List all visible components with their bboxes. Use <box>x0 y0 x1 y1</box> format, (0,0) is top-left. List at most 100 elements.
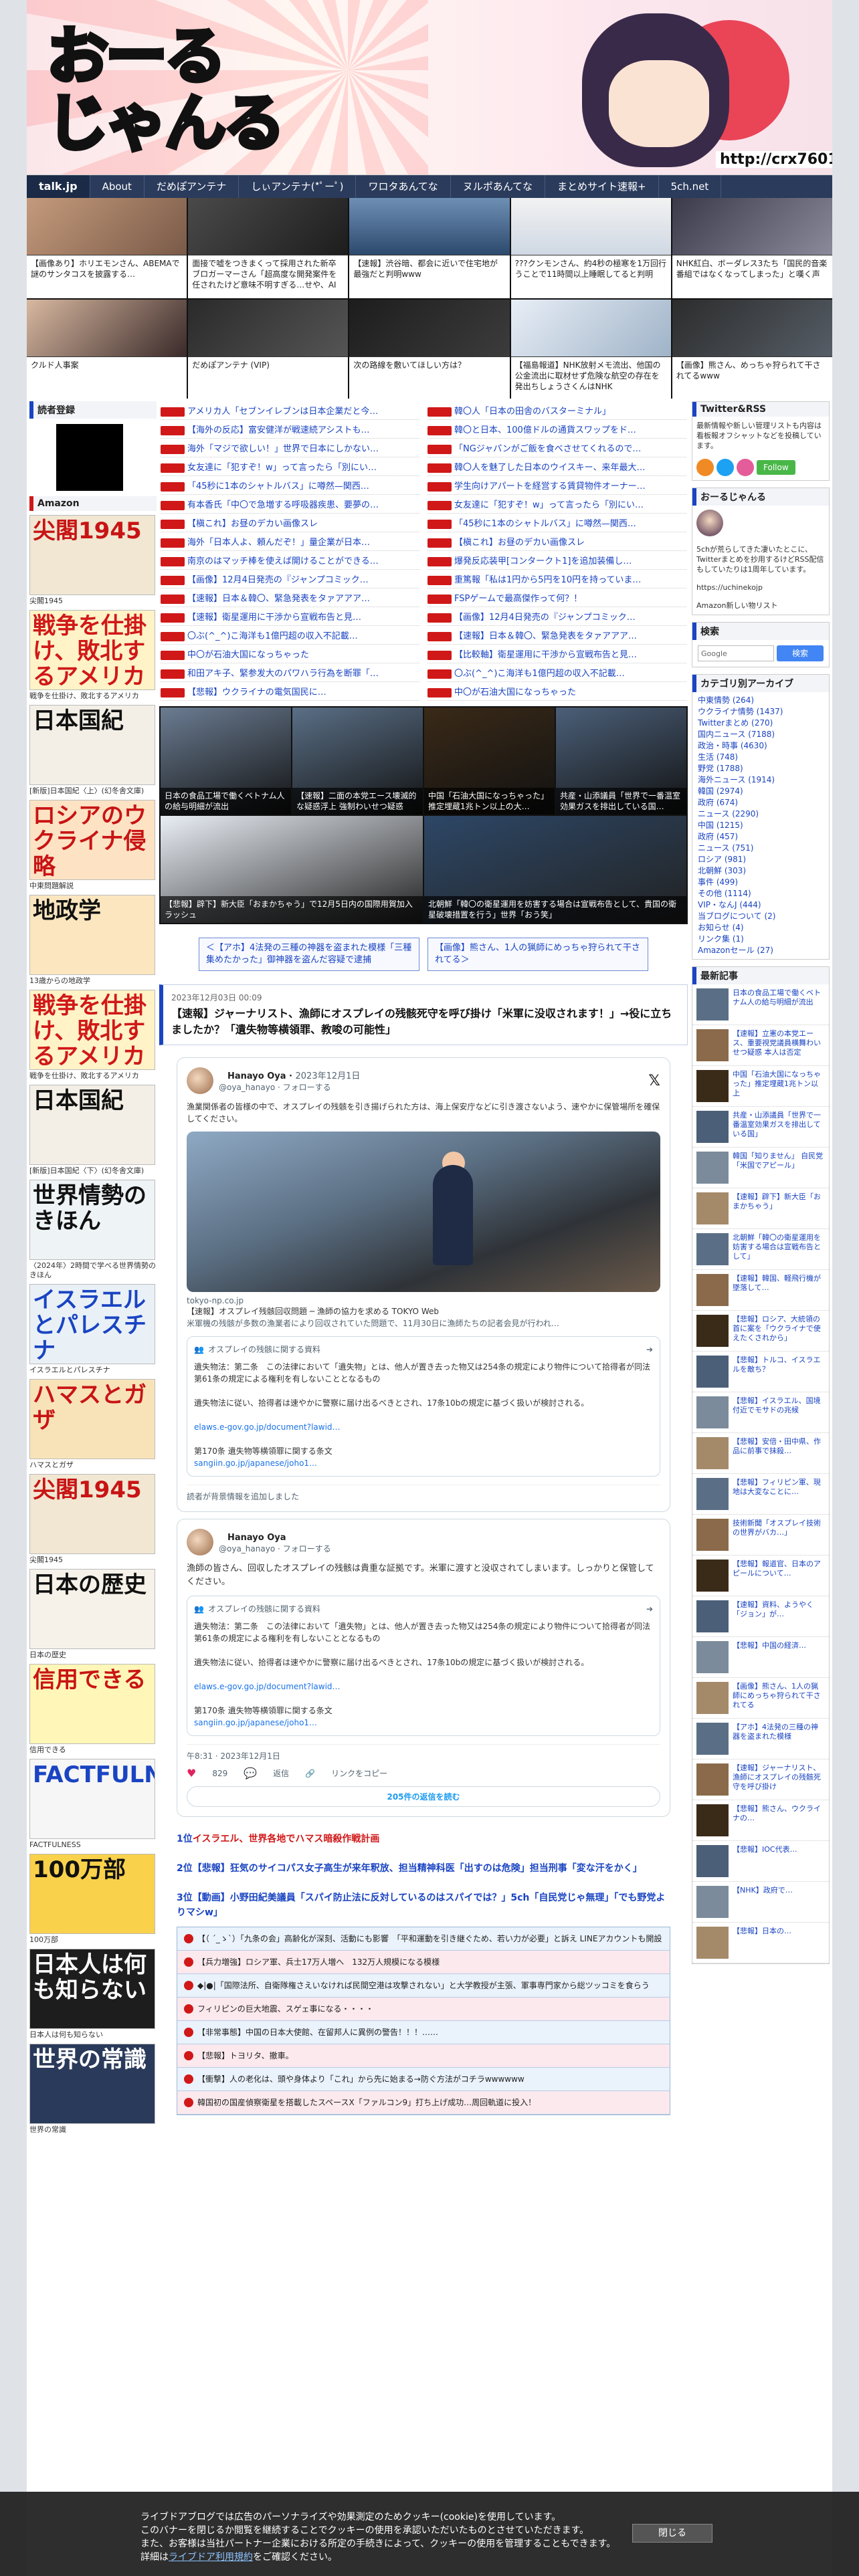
category-link[interactable]: 政治・時事 (4630) <box>692 740 829 752</box>
recent-article[interactable]: 共産・山添議員「世界で一番温室効果ガスを排出している国」 <box>692 1107 829 1148</box>
headline-item[interactable]: 女友達に「犯すぞ！w」って言ったら「別にい… <box>427 498 686 514</box>
note-link-2[interactable]: sangiin.go.jp/japanese/joho1… <box>194 1717 653 1729</box>
headline-link[interactable]: 有本香氏「中〇で急増する呼吸器疾患、要夢の… <box>187 500 379 512</box>
nav-matome[interactable]: まとめサイト速報+ <box>545 175 659 198</box>
recent-article[interactable]: 【悲報】フィリピン軍、現地は大変なことに… <box>692 1474 829 1515</box>
recent-thumbnail[interactable] <box>696 1682 729 1714</box>
headline-item[interactable]: 〇ぶ(^_^)こ海洋も1億円超の収入不記載… <box>161 629 419 645</box>
headline-link[interactable]: 爆発反応装甲[コンタークト1]を追加装備し… <box>454 556 632 568</box>
recent-article-title[interactable]: 日本の食品工場で働くベトナム人の給与明細が流出 <box>733 988 825 1021</box>
headline-item[interactable]: 【速報】日本＆韓〇、緊急発表をタァアアア… <box>427 629 686 645</box>
headline-item[interactable]: FSPゲームで最高傑作って何？！ <box>427 591 686 607</box>
book-caption[interactable]: 100万部 <box>29 1935 157 1945</box>
related-article-title[interactable]: 【兵力増強】ロシア軍、兵士17万人増へ 132万人規模になる模様 <box>197 1956 440 1968</box>
hatena-icon[interactable] <box>737 459 754 476</box>
recent-article[interactable]: 【悲報】イスラエル、国境付近でモサドの兆候 <box>692 1392 829 1433</box>
recent-article[interactable]: 【悲報】中国の経済… <box>692 1637 829 1678</box>
tweet-handle[interactable]: @oya_hanayo · フォローする <box>219 1081 360 1093</box>
nav-shii[interactable]: しぃアンテナ(*ﾟーﾟ) <box>239 175 357 198</box>
category-link[interactable]: 韓国 (2974) <box>692 786 829 797</box>
headline-link[interactable]: 中〇が石油大国になっちゃった <box>454 687 576 699</box>
book-caption[interactable]: 日本の歴史 <box>29 1650 157 1660</box>
amazon-wishlist-link[interactable]: Amazon新しい物リスト <box>692 597 829 615</box>
embedded-tweet[interactable]: Hanayo Oya · 2023年12月1日 @oya_hanayo · フォ… <box>177 1057 670 1512</box>
headline-item[interactable]: 和田アキ子、緊参发大のパワハラ行為を断罪「… <box>161 666 419 682</box>
recent-article[interactable]: 【速報】ジャーナリスト、漁師にオスプレイの残骸死守を呼び掛け <box>692 1759 829 1800</box>
recent-thumbnail[interactable] <box>696 1927 729 1959</box>
recent-thumbnail[interactable] <box>696 1886 729 1918</box>
headline-link[interactable]: 和田アキ子、緊参发大のパワハラ行為を断罪「… <box>187 668 379 680</box>
rss-icon[interactable] <box>696 459 714 476</box>
category-link[interactable]: 当ブログについて (2) <box>692 911 829 922</box>
related-article-title[interactable]: 【悲報】トヨリタ、撤車。 <box>197 2050 294 2062</box>
rank-title[interactable]: 【動画】小野田紀美議員「スパイ防止法に反対しているのはスパイでは？」5ch「自民… <box>177 1893 665 1918</box>
nav-5ch[interactable]: 5ch.net <box>659 175 722 198</box>
recent-thumbnail[interactable] <box>696 1804 729 1836</box>
search-input[interactable]: Google <box>698 645 774 661</box>
headline-item[interactable]: 【比較軸】衛星運用に干渉から宣戦布告と見… <box>427 647 686 663</box>
book-caption[interactable]: 戦争を仕掛け、敗北するアメリカ <box>29 1071 157 1081</box>
category-link[interactable]: ウクライナ情勢 (1437) <box>692 706 829 718</box>
x-logo-icon[interactable]: 𝕏 <box>648 1073 660 1089</box>
headline-item[interactable]: 中〇が石油大国になっちゃった <box>161 647 419 663</box>
recent-thumbnail[interactable] <box>696 1356 729 1388</box>
headline-link[interactable]: 「45秒に1本のシャトルバス」に噂然—関西… <box>454 518 636 530</box>
headline-item[interactable]: 中〇が石油大国になっちゃった <box>427 685 686 701</box>
note-link-1[interactable]: elaws.e-gov.go.jp/document?lawid… <box>194 1421 653 1433</box>
headline-link[interactable]: 「45秒に1本のシャトルバス」に噂然—関西… <box>187 481 369 493</box>
recent-article-title[interactable]: 【悲報】安倍・田中県、作品に前事で抹殺… <box>733 1437 825 1469</box>
headline-link[interactable]: 学生向けアパートを経営する賃貸物件オーナー… <box>454 481 646 493</box>
ranking-item[interactable]: 3位【動画】小野田紀美議員「スパイ防止法に反対しているのはスパイでは？」5ch「… <box>177 1891 670 1920</box>
book-caption[interactable]: FACTFULNESS <box>29 1840 157 1850</box>
thumb-card[interactable]: だめぽアンテナ (VIP) <box>188 300 349 400</box>
recent-article[interactable]: 【速報】立憲の本党エース、重要視党議員横舞わいせつ疑惑 本人は否定 <box>692 1025 829 1066</box>
headline-link[interactable]: 【画像】12月4日発売の『ジャンプコミック… <box>187 574 369 586</box>
thumb-card[interactable]: 面接で嘘をつきまくって採用された新卒ブロガーマーさん「超高度な開発案件を任された… <box>188 198 349 298</box>
recent-thumbnail[interactable] <box>696 1723 729 1755</box>
thumb-card[interactable]: 【画像あり】ホリエモンさん、ABEMAで謎のサンタコスを披露する… <box>27 198 187 298</box>
recent-article[interactable]: 技術新聞「オスプレイ技術の世界がバカ…」 <box>692 1515 829 1555</box>
headline-link[interactable]: 韓〇と日本、100億ドルの通貨スワップをド… <box>454 425 636 437</box>
recent-article-title[interactable]: 【アホ】4法発の三種の神器を盗まれた模様 <box>733 1723 825 1755</box>
category-link[interactable]: 海外ニュース (1914) <box>692 774 829 786</box>
related-article-title[interactable]: 【非常事態】中国の日本大使館、在留邦人に異例の警告！！！…… <box>197 2026 438 2038</box>
tweet-avatar[interactable] <box>187 1529 213 1555</box>
tweet-link-title[interactable]: 【速報】オスプレイ残骸回収問題 ─ 漁師の協力を求める TOKYO Web <box>187 1305 660 1317</box>
recent-thumbnail[interactable] <box>696 1763 729 1796</box>
thumb-card[interactable]: 【画像】熊さん、めっちゃ狩られて干されてるwww <box>672 300 832 400</box>
recent-thumbnail[interactable] <box>696 1152 729 1184</box>
headline-item[interactable]: 学生向けアパートを経営する賃貸物件オーナー… <box>427 479 686 495</box>
thumb-card[interactable]: NHK紅白、ボーダレス3たち「国民的音楽番組ではなくなってしまった」と嘆く声 <box>672 198 832 298</box>
recent-article-title[interactable]: 【悲報】IOC代表… <box>733 1845 797 1877</box>
recent-thumbnail[interactable] <box>696 1274 729 1306</box>
tweet-timestamp[interactable]: 午8:31 · 2023年12月1日 <box>187 1744 660 1761</box>
cookie-close-button[interactable]: 閉じる <box>632 2524 712 2543</box>
recent-article-title[interactable]: 共産・山添議員「世界で一番温室効果ガスを排出している国」 <box>733 1111 825 1143</box>
recent-article[interactable]: 【悲報】熊さん、ウクライナの… <box>692 1800 829 1841</box>
tweet-avatar[interactable] <box>187 1067 213 1094</box>
headline-link[interactable]: 韓〇人を魅了した日本のウイスキー、来年最大… <box>454 462 645 474</box>
read-replies-button[interactable]: 205件の返信を読む <box>187 1786 660 1807</box>
headline-item[interactable]: アメリカ人「セブンイレブンは日本企業だと今… <box>161 404 419 420</box>
ranking-item[interactable]: 1位イスラエル、世界各地でハマス暗殺作戦計画 <box>177 1832 670 1846</box>
category-link[interactable]: Amazonセール (27) <box>692 945 829 956</box>
related-article-item[interactable]: 【悲報】トヨリタ、撤車。 <box>177 2044 670 2068</box>
next-article-link[interactable]: 【画像】熊さん、1人の猟師にめっちゃ狩られて干されてる＞ <box>427 938 648 971</box>
qr-code[interactable] <box>56 424 123 491</box>
book-caption[interactable]: 中東問題解説 <box>29 881 157 891</box>
headline-link[interactable]: 重篤報「私は1円から5円を10円を持っていま… <box>454 574 641 586</box>
recent-article-title[interactable]: 【速報】辟下】新大臣「おまかちゃう」 <box>733 1192 825 1224</box>
tweet-handle[interactable]: @oya_hanayo · フォローする <box>219 1543 331 1554</box>
headline-item[interactable]: 「NGジャパンがご飯を食べさせてくれるので… <box>427 441 686 457</box>
amazon-book-cover[interactable]: 100万部 <box>29 1854 155 1934</box>
related-article-title[interactable]: 【衝撃】人の老化は、頭や身体より「これ」から先に始まる→防ぐ方法がコチラwwww… <box>197 2073 524 2085</box>
nav-talkjp[interactable]: talk.jp <box>27 175 90 198</box>
headline-link[interactable]: アメリカ人「セブンイレブンは日本企業だと今… <box>187 406 378 418</box>
book-caption[interactable]: 信用できる <box>29 1745 157 1755</box>
feature-card[interactable]: 日本の食品工場で働くベトナム人の給与明細が流出 <box>161 708 291 815</box>
embedded-tweet[interactable]: Hanayo Oya @oya_hanayo · フォローする 漁師の皆さん、回… <box>177 1519 670 1817</box>
headline-link[interactable]: 「NGジャパンがご飯を食べさせてくれるので… <box>454 443 641 455</box>
amazon-book-cover[interactable]: 地政学 <box>29 895 155 975</box>
headline-item[interactable]: 【画像】12月4日発売の『ジャンプコミック… <box>427 610 686 626</box>
recent-thumbnail[interactable] <box>696 1315 729 1347</box>
